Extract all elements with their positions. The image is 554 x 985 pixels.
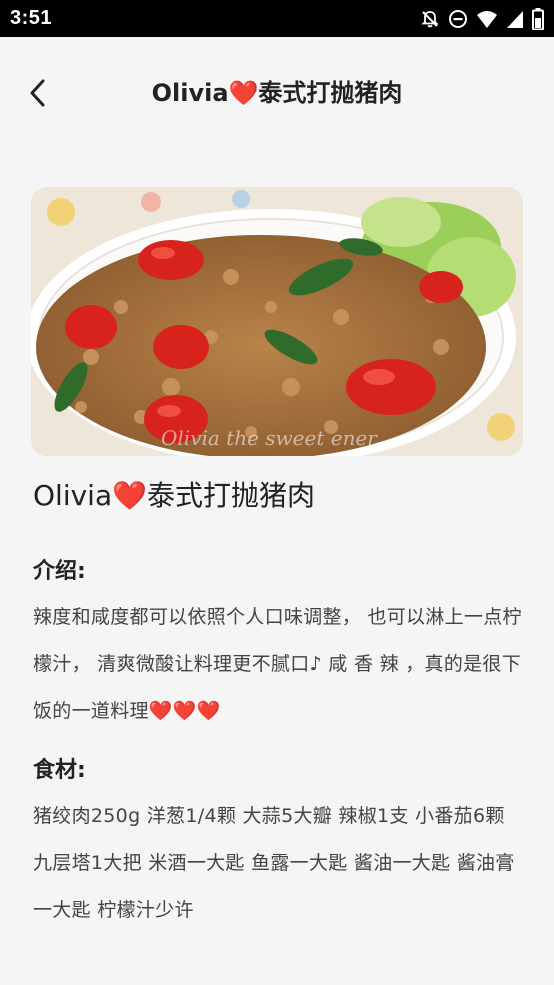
status-bar: 3:51 bbox=[0, 0, 554, 37]
do-not-disturb-icon bbox=[448, 9, 468, 29]
app-header: Olivia❤️泰式打抛猪肉 bbox=[0, 37, 554, 151]
intro-text: 辣度和咸度都可以依照个人口味调整， 也可以淋上一点柠檬汁， 清爽微酸让料理更不腻… bbox=[33, 606, 522, 722]
battery-icon bbox=[532, 7, 544, 30]
wifi-icon bbox=[476, 9, 498, 29]
ingredients-text: 猪绞肉250g 洋葱1/4颗 大蒜5大瓣 辣椒1支 小番茄6颗 九层塔1大把 米… bbox=[33, 805, 515, 921]
recipe-title: Olivia❤️泰式打抛猪肉 bbox=[33, 479, 315, 512]
status-icons bbox=[420, 7, 544, 30]
chevron-left-icon bbox=[30, 79, 45, 107]
recipe-content: Olivia❤️泰式打抛猪肉 介绍: 辣度和咸度都可以依照个人口味调整， 也可以… bbox=[33, 470, 523, 934]
intro-heading: 介绍: bbox=[33, 559, 86, 584]
notifications-off-icon bbox=[420, 9, 440, 29]
hero-watermark: Olivia the sweet ener bbox=[161, 426, 378, 450]
cellular-signal-icon bbox=[506, 9, 524, 29]
ingredients-heading: 食材: bbox=[33, 758, 86, 783]
back-button[interactable] bbox=[18, 73, 58, 113]
recipe-hero-image: Olivia the sweet ener bbox=[31, 187, 523, 456]
page-title: Olivia❤️泰式打抛猪肉 bbox=[151, 79, 403, 107]
status-time: 3:51 bbox=[10, 7, 53, 29]
